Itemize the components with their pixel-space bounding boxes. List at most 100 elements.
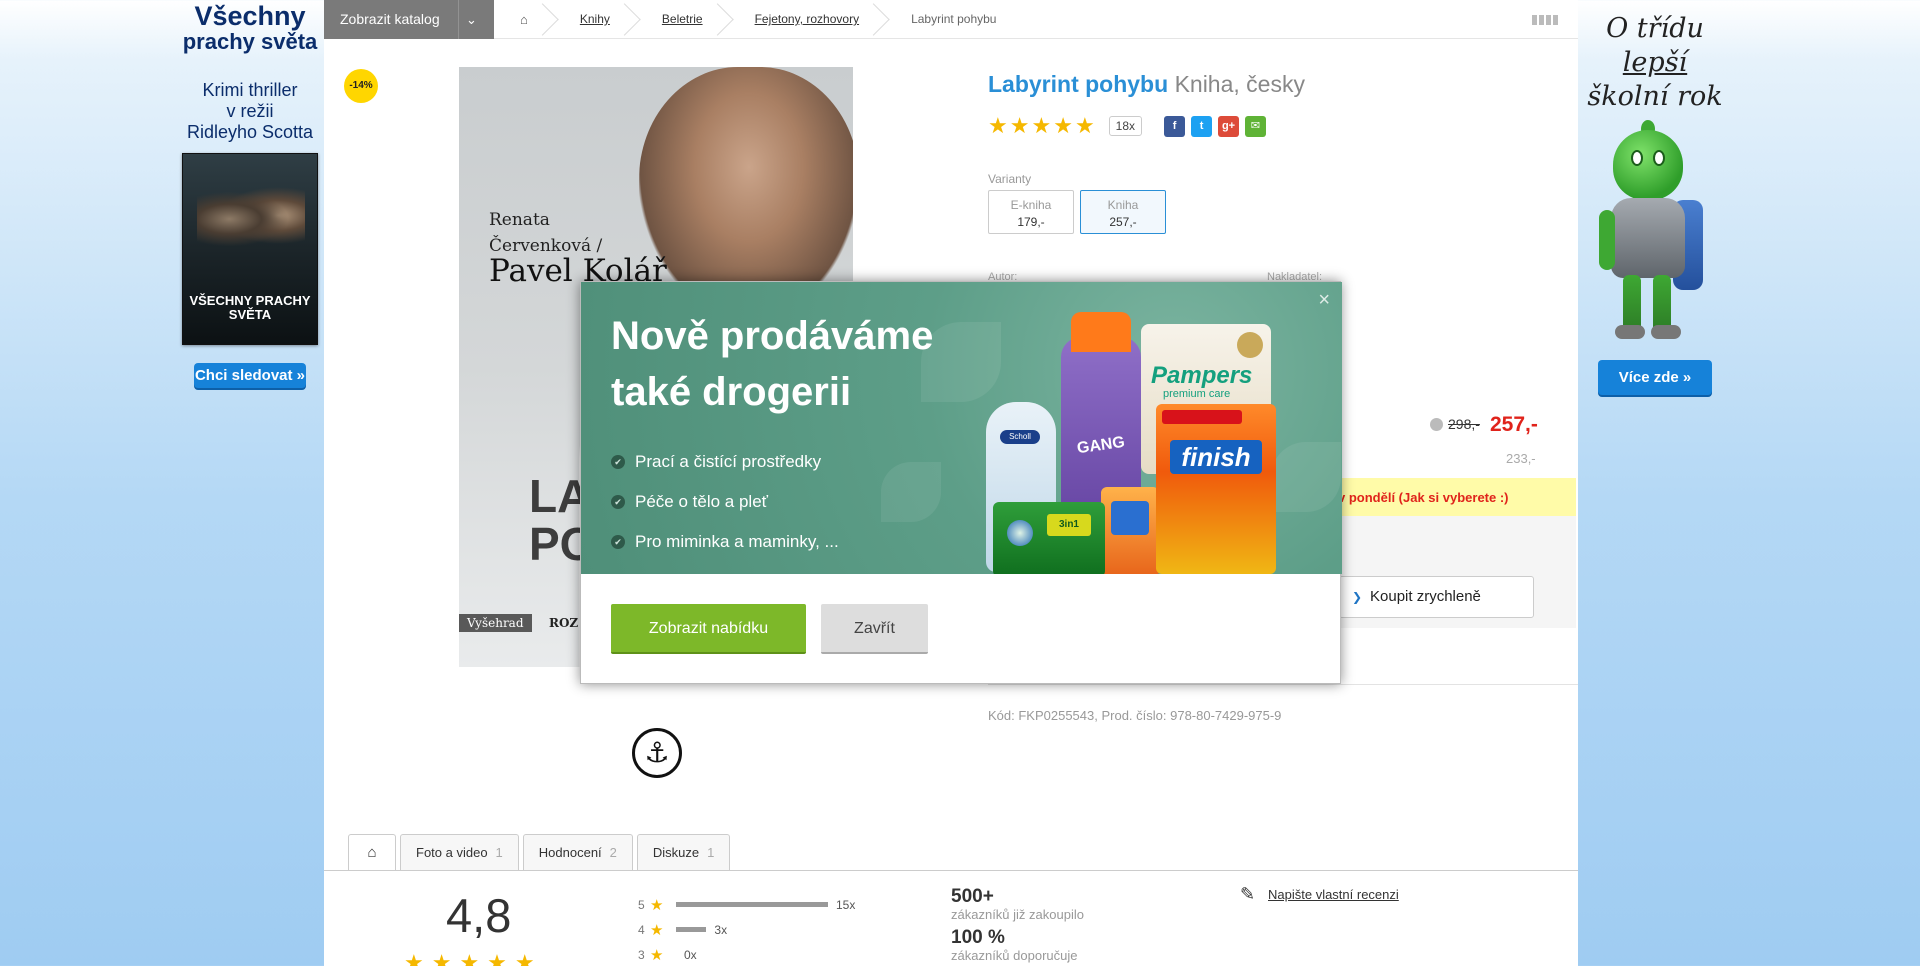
razor-product-image: [1101, 487, 1159, 574]
ad-desc-line: v režii: [226, 101, 274, 121]
product-title: Labyrint pohybu Kniha, česky: [988, 71, 1305, 98]
movie-poster[interactable]: VŠECHNY PRACHY SVĚTA: [182, 153, 318, 345]
ad-desc-line: Ridleyho Scotta: [186, 122, 314, 142]
breadcrumb-home[interactable]: ⌂: [494, 0, 554, 39]
breadcrumb-link[interactable]: Beletrie: [662, 12, 703, 26]
promo-bullets: ✔ Prací a čistící prostředky ✔ Péče o tělo…: [611, 442, 839, 562]
cover-author: Renata Červenková /: [489, 210, 603, 256]
divider: [988, 684, 1578, 685]
product-name: Labyrint pohybu: [988, 71, 1169, 97]
alien-mascot-image: [1595, 120, 1715, 350]
purchase-stat: 500+ zákazníků již zakoupilo: [951, 886, 1084, 923]
email-icon[interactable]: ✉: [1245, 115, 1267, 137]
review-stars: ★★★★★: [404, 950, 543, 966]
product-variant: Kniha, česky: [1174, 71, 1305, 97]
breadcrumb-item[interactable]: Fejetony, rozhovory: [729, 0, 886, 39]
product-rating: ★ ★ ★ ★ ★ 18x f t g+ ✉: [988, 115, 1272, 137]
google-plus-icon[interactable]: g+: [1218, 115, 1240, 137]
star-icon: ★: [650, 921, 664, 939]
check-icon: ✔: [611, 455, 625, 469]
star-icon: ★: [1031, 113, 1052, 138]
catalog-menu-button[interactable]: Zobrazit katalog ⌄: [324, 0, 494, 39]
star-icon: ★: [650, 896, 664, 914]
buy-fast-button[interactable]: Koupit zrychleně: [1339, 576, 1534, 618]
cover-portrait: [639, 67, 853, 317]
ad-title: Všechny: [194, 1, 306, 31]
cover-publisher: Vyšehrad: [459, 614, 532, 632]
star-icon: ★: [650, 946, 664, 964]
chevron-down-icon: ⌄: [458, 0, 484, 39]
price: 257,-: [1490, 413, 1538, 436]
old-price: 298,-: [1448, 416, 1480, 432]
rating-row[interactable]: 5 ★ 15x: [638, 892, 855, 917]
more-info-button[interactable]: Více zde »: [1598, 360, 1712, 395]
close-icon[interactable]: ×: [1318, 290, 1330, 310]
breadcrumb: ⌂ Knihy Beletrie Fejetony, rozhovory Lab…: [494, 0, 1022, 39]
grid-view-icon[interactable]: [1532, 15, 1558, 25]
show-offer-button[interactable]: Zobrazit nabídku: [611, 604, 806, 654]
breadcrumb-current: Labyrint pohybu: [885, 0, 1022, 39]
discount-badge: -14%: [344, 69, 378, 103]
variant-book[interactable]: Kniha 257,-: [1080, 190, 1166, 234]
write-review-link[interactable]: Napište vlastní recenzi: [1240, 884, 1399, 905]
tab-home[interactable]: ⌂: [348, 834, 396, 871]
breadcrumb-item[interactable]: Knihy: [554, 0, 636, 39]
ad-subtitle: prachy světa: [182, 29, 318, 54]
star-icon: ★: [1053, 113, 1073, 138]
top-navigation: Zobrazit katalog ⌄ ⌂ Knihy Beletrie Feje…: [324, 0, 1578, 39]
variants-label: Varianty: [988, 172, 1032, 186]
rating-breakdown: 5 ★ 15x 4 ★ 3x 3 ★ 0x: [638, 892, 855, 966]
price-without-vat: 233,-: [1506, 451, 1536, 466]
left-banner-ad[interactable]: Všechny prachy světa Krimi thriller v re…: [165, 0, 335, 420]
rating-row[interactable]: 3 ★ 0x: [638, 942, 855, 966]
star-icon: ★: [1009, 113, 1030, 138]
finish-product-image: finish: [1156, 404, 1276, 574]
check-icon: ✔: [611, 535, 625, 549]
share-buttons: f t g+ ✉: [1164, 115, 1272, 137]
ariel-product-image: 3in1: [993, 502, 1105, 574]
slogan-line2: školní rok: [1587, 81, 1723, 112]
home-icon[interactable]: ⌂: [520, 12, 528, 27]
promo-bullet: ✔ Prací a čistící prostředky: [611, 442, 839, 482]
poster-title: VŠECHNY PRACHY SVĚTA: [189, 293, 311, 322]
star-icon: ★: [988, 113, 1008, 138]
product-tabs: ⌂ Foto a video 1 Hodnocení 2 Diskuze 1: [348, 834, 734, 871]
promo-bullet: ✔ Pro miminka a maminky, ...: [611, 522, 839, 562]
breadcrumb-link[interactable]: Fejetony, rozhovory: [755, 12, 860, 26]
watch-button[interactable]: Chci sledovat »: [194, 363, 306, 388]
promo-modal: Scholl GANG Pampers premium care finish …: [580, 281, 1342, 684]
slogan-emphasis: lepší: [1622, 47, 1688, 78]
ad-description: Krimi thriller v režii Ridleyho Scotta: [165, 80, 335, 143]
twitter-icon[interactable]: t: [1191, 115, 1213, 137]
promo-hero: Scholl GANG Pampers premium care finish …: [581, 282, 1342, 574]
home-icon: ⌂: [367, 844, 377, 861]
promo-bullet: ✔ Péče o tělo a pleť: [611, 482, 839, 522]
publisher-logo-icon: ⚓: [632, 728, 682, 778]
facebook-icon[interactable]: f: [1164, 115, 1186, 137]
cover-series: ROZ: [549, 616, 579, 630]
tabs-divider: [324, 870, 1578, 871]
tab-reviews[interactable]: Hodnocení 2: [522, 834, 633, 871]
info-icon[interactable]: [1430, 418, 1443, 431]
poster-image: [197, 184, 305, 254]
catalog-label: Zobrazit katalog: [340, 11, 440, 27]
ad-desc-line: Krimi thriller: [202, 80, 298, 100]
variant-ebook[interactable]: E-kniha 179,-: [988, 190, 1074, 234]
recommend-stat: 100 % zákazníků doporučuje: [951, 927, 1078, 964]
check-icon: ✔: [611, 495, 625, 509]
rating-bar: [676, 927, 707, 932]
promo-headline: Nově prodáváme také drogerii: [611, 314, 934, 414]
breadcrumb-link[interactable]: Knihy: [580, 12, 610, 26]
tab-photo-video[interactable]: Foto a video 1: [400, 834, 519, 871]
rating-row[interactable]: 4 ★ 3x: [638, 917, 855, 942]
rating-count[interactable]: 18x: [1108, 116, 1143, 136]
close-button[interactable]: Zavřít: [821, 604, 928, 654]
tab-discussion[interactable]: Diskuze 1: [636, 834, 731, 871]
ad-slogan: O třídu lepší školní rok: [1585, 12, 1725, 114]
breadcrumb-item[interactable]: Beletrie: [636, 0, 729, 39]
right-banner-ad[interactable]: O třídu lepší školní rok Více zde »: [1585, 0, 1725, 420]
rating-bar: [676, 902, 828, 907]
delivery-note[interactable]: v pondělí (Jak si vyberete :): [1338, 490, 1509, 505]
star-icon: ★: [1074, 113, 1095, 138]
breadcrumb-current-label: Labyrint pohybu: [911, 12, 997, 26]
